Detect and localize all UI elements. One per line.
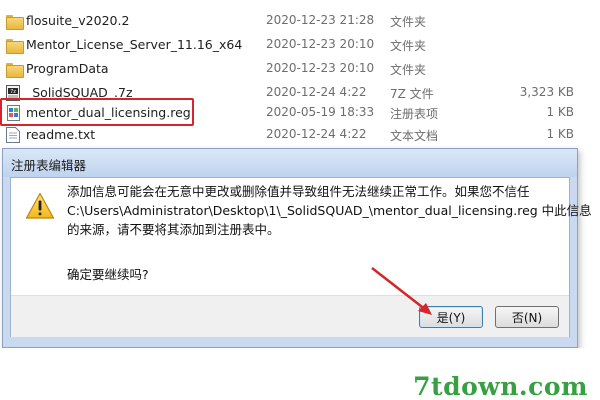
confirm-question: 确定要继续吗? [67,267,149,282]
file-size: 3,323 KB [519,85,574,99]
dialog-title: 注册表编辑器 [11,158,87,173]
file-date: 2020-12-23 20:10 [266,61,375,75]
text-file-icon [6,127,22,143]
registry-editor-dialog: 注册表编辑器 添加信息可能会在无意中更改或删除值并导致组件无法继续正常工作。如果… [2,148,592,348]
file-row-flosuite[interactable]: flosuite_v2020.2 2020-12-23 21:28 文件夹 [0,10,600,34]
file-size: 1 KB [546,105,574,119]
file-type: 文件夹 [390,39,427,53]
file-type: 文本文档 [390,129,439,143]
dialog-message: 添加信息可能会在无意中更改或删除值并导致组件无法继续正常工作。如果您不信任 C:… [67,182,592,239]
file-size: 1 KB [546,127,574,141]
file-date: 2020-05-19 18:33 [266,105,375,119]
file-row-programdata[interactable]: ProgramData 2020-12-23 20:10 文件夹 [0,58,600,82]
file-date: 2020-12-23 20:10 [266,37,375,51]
file-type: 文件夹 [390,15,427,29]
dialog-footer: 是(Y) 否(N) [11,295,569,337]
svg-text:7z: 7z [10,89,16,95]
file-name: flosuite_v2020.2 [26,13,130,28]
file-row-mentor-license-server[interactable]: Mentor_License_Server_11.16_x64 2020-12-… [0,34,600,58]
file-date: 2020-12-24 4:22 [266,127,367,141]
message-line: 添加信息可能会在无意中更改或删除值并导致组件无法继续正常工作。如果您不信任 [67,184,530,199]
no-button[interactable]: 否(N) [495,306,559,328]
message-line: C:\Users\Administrator\Desktop\1\_SolidS… [67,203,592,218]
file-type: 7Z 文件 [390,87,434,101]
file-type: 文件夹 [390,63,427,77]
dialog-titlebar[interactable]: 注册表编辑器 [3,149,577,177]
file-type: 注册表项 [390,107,439,121]
file-list: flosuite_v2020.2 2020-12-23 21:28 文件夹 Me… [0,0,600,148]
file-date: 2020-12-23 21:28 [266,13,375,27]
file-name: ProgramData [26,61,109,76]
folder-icon [6,37,24,54]
file-name: readme.txt [26,127,96,142]
site-watermark: 7tdown.com [413,372,588,400]
file-row-readme[interactable]: readme.txt 2020-12-24 4:22 文本文档 1 KB [0,124,600,148]
dialog-body: 添加信息可能会在无意中更改或删除值并导致组件无法继续正常工作。如果您不信任 C:… [10,177,592,337]
red-arrow-annotation [371,267,432,315]
file-name: Mentor_License_Server_11.16_x64 [26,37,243,52]
file-date: 2020-12-24 4:22 [266,85,367,99]
folder-icon [6,61,24,78]
folder-icon [6,13,24,30]
message-line: 的来源，请不要将其添加到注册表中。 [67,222,280,237]
highlight-box [0,98,194,126]
warning-icon [25,192,55,220]
